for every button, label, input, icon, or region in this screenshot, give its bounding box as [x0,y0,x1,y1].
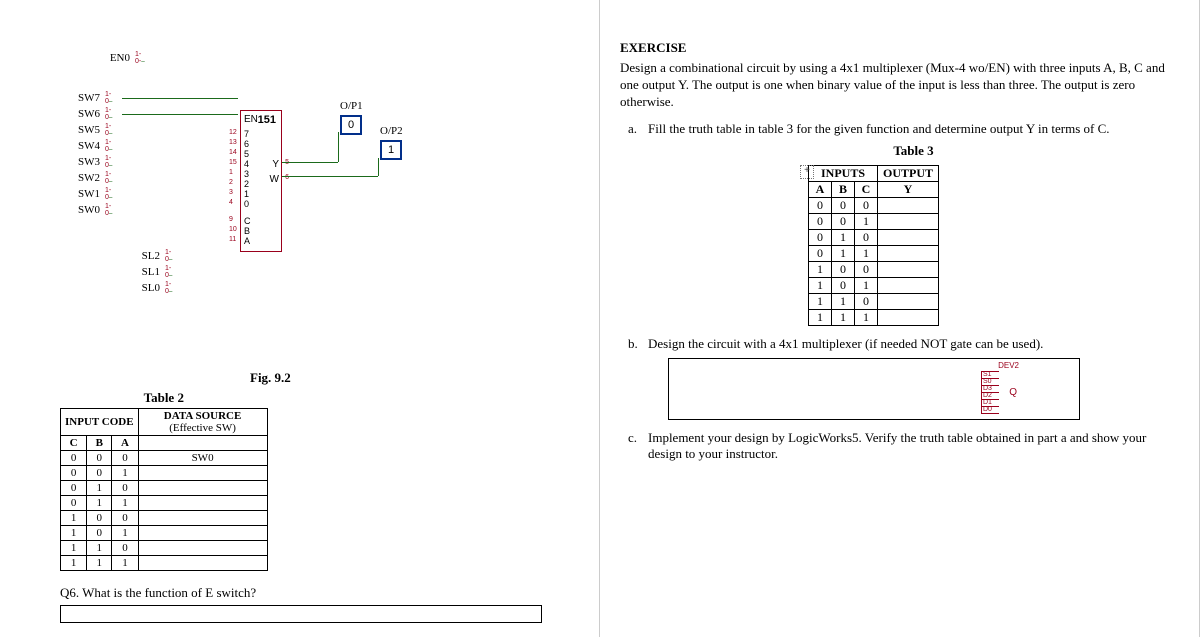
switch-sw1: SW1 [70,188,100,200]
switch-sw4: SW4 [70,140,100,152]
page-right: EXERCISE Design a combinational circuit … [600,0,1200,637]
table-row: 110 [809,293,939,309]
table-row: 010 [809,229,939,245]
switch-sw0: SW0 [70,204,100,216]
select-switches: SL21-0 SL11-0 SL01-0 [130,248,172,296]
exercise-item-c: c. Implement your design by LogicWorks5.… [648,430,1179,462]
table-row: 000SW0 [61,451,268,466]
table-2: Table 2 INPUT CODE DATA SOURCE (Effectiv… [60,390,268,571]
table-3-title: Table 3 [648,143,1179,159]
switch-sl2: SL2 [130,250,160,262]
question-6-text: Q6. What is the function of E switch? [60,585,542,601]
table-row: 101 [809,277,939,293]
table-row: 100 [809,261,939,277]
mux-output: Q [1009,387,1017,398]
page-left: EN0 1-0- SW71-0 SW61-0 SW51-0 SW41-0 SW3… [0,0,600,637]
switch-sl0: SL0 [130,282,160,294]
switch-sw6: SW6 [70,108,100,120]
table-row: 111 [809,309,939,325]
table-row: 011 [61,496,268,511]
output-2-value: 1 [380,140,402,160]
figure-caption: Fig. 9.2 [250,370,291,386]
exercise-description: Design a combinational circuit by using … [620,60,1179,111]
table-row: 110 [61,541,268,556]
table-row: 001 [809,213,939,229]
chip-out-w: W [270,174,279,185]
device-label: DEV2 [998,361,1019,370]
logicworks-canvas[interactable]: DEV2 S1 S0 D3 D2 D1 D0 Q [668,358,1080,420]
output-1-label: O/P1 [340,100,363,112]
switch-sw7: SW7 [70,92,100,104]
switch-sw3: SW3 [70,156,100,168]
answer-input-box[interactable] [60,605,542,623]
expand-icon[interactable]: + [800,165,814,179]
output-2-label: O/P2 [380,125,403,137]
switch-icon: 1-0- [135,51,145,66]
mux-symbol: S1 S0 D3 D2 D1 D0 [981,371,999,413]
chip-en-label: EN [244,114,258,125]
table-row: 111 [61,556,268,571]
circuit-diagram: EN0 1-0- SW71-0 SW61-0 SW51-0 SW41-0 SW3… [60,50,390,310]
table-row: 101 [61,526,268,541]
chip-name: 151 [258,114,276,126]
table-3: INPUTS OUTPUT A B C Y 000001010011100101… [808,165,939,326]
switch-sl1: SL1 [130,266,160,278]
table-row: 100 [61,511,268,526]
table-row: 001 [61,466,268,481]
table-2-grid: INPUT CODE DATA SOURCE (Effective SW) C … [60,408,268,571]
exercise-item-a: a. Fill the truth table in table 3 for t… [648,121,1179,326]
exercise-item-b: b. Design the circuit with a 4x1 multipl… [648,336,1179,420]
switch-en0: EN0 1-0- [100,50,145,66]
table-2-title: Table 2 [60,390,268,406]
table-row: 011 [809,245,939,261]
chip-151: EN 151 127 136 145 154 13 22 31 40 9C 10… [240,110,282,252]
question-6: Q6. What is the function of E switch? [60,585,542,623]
table-row: 000 [809,197,939,213]
switch-en0-label: EN0 [100,52,130,64]
table-row: 010 [61,481,268,496]
switch-sw2: SW2 [70,172,100,184]
switch-sw5: SW5 [70,124,100,136]
data-switches: SW71-0 SW61-0 SW51-0 SW41-0 SW31-0 SW21-… [70,90,112,218]
chip-out-y: Y [272,159,279,170]
exercise-heading: EXERCISE [620,40,1179,56]
output-1-value: 0 [340,115,362,135]
